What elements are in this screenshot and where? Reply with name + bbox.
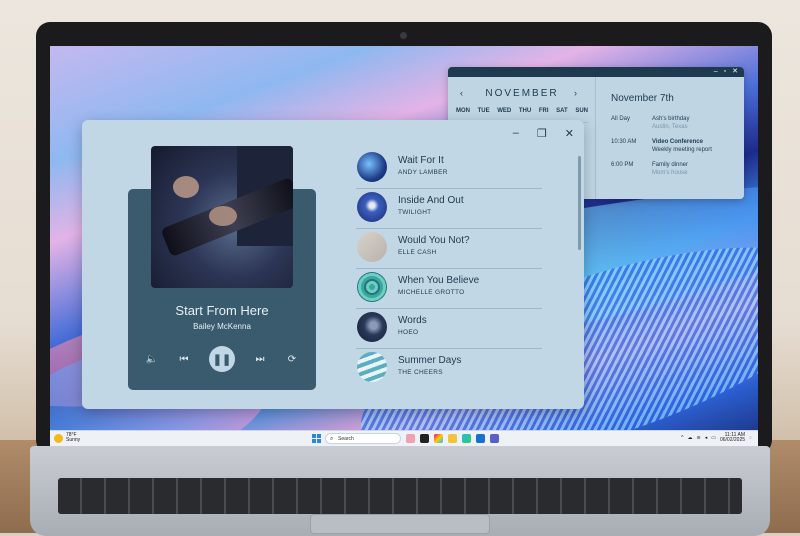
track-title: When You Believe (398, 275, 480, 286)
playlist-item[interactable]: Inside And Out TWILIGHT (356, 189, 542, 229)
search-icon: ⌕ (330, 436, 334, 442)
weekday-header: MON TUE WED THU FRI SAT SUN (456, 108, 588, 114)
cloud-icon[interactable]: ☁ (688, 435, 693, 441)
track-thumbnail (357, 272, 387, 302)
track-thumbnail (357, 352, 387, 382)
edge-icon[interactable] (462, 434, 471, 443)
now-playing-title: Start From Here (175, 303, 269, 318)
window-controls: – ❐ ✕ (513, 127, 574, 140)
track-title: Would You Not? (398, 235, 470, 246)
track-thumbnail (357, 232, 387, 262)
track-artist: TWILIGHT (398, 209, 432, 216)
playlist-item[interactable]: Wait For It ANDY LAMBER (356, 149, 542, 189)
album-art-detail (209, 206, 237, 226)
trackpad (310, 514, 490, 534)
event-subtitle: Weekly meeting report (652, 147, 712, 153)
event-time: 6:00 PM (611, 162, 634, 168)
previous-track-icon[interactable]: ⏮ (177, 354, 191, 365)
weather-widget[interactable]: 78°F Sunny (54, 433, 80, 443)
calendar-maximize-button[interactable]: ▫ (724, 67, 726, 77)
playlist-item[interactable]: Words HOEO (356, 309, 542, 349)
chevron-right-icon[interactable]: › (574, 88, 577, 98)
close-button[interactable]: ✕ (565, 127, 574, 140)
sun-icon (54, 433, 63, 443)
weekday-label: FRI (538, 108, 549, 114)
notification-icon[interactable]: ◌ (749, 435, 752, 441)
search-placeholder: Search (338, 436, 354, 442)
keyboard (58, 478, 742, 514)
track-title: Inside And Out (398, 195, 464, 206)
track-artist: MICHELLE GROTTO (398, 289, 465, 296)
teams-icon[interactable] (490, 434, 499, 443)
calendar-titlebar: – ▫ ✕ (448, 67, 744, 77)
chevron-up-icon[interactable]: ^ (681, 435, 683, 441)
track-thumbnail (357, 192, 387, 222)
weekday-label: SAT (556, 108, 568, 114)
event-subtitle: Mom's house (652, 170, 688, 176)
pinned-apps (406, 434, 499, 443)
wifi-icon[interactable]: ≋ (697, 435, 701, 441)
playlist-item[interactable]: Summer Days THE CHEERS (356, 349, 542, 389)
copilot-icon[interactable] (406, 434, 415, 443)
track-artist: THE CHEERS (398, 369, 443, 376)
playlist: Wait For It ANDY LAMBER Inside And Out T… (356, 149, 542, 389)
clock[interactable]: 11:11 AM 06/02/2025 (720, 433, 745, 443)
calendar-close-button[interactable]: ✕ (732, 67, 738, 77)
weekday-label: SUN (575, 108, 588, 114)
weekday-label: TUE (477, 108, 490, 114)
event-time: 10:30 AM (611, 139, 637, 145)
playback-controls: 🔈 ⏮ ❚❚ ⏭ ⟳ (128, 346, 316, 372)
start-button[interactable] (312, 434, 321, 443)
taskbar: 78°F Sunny ⌕ Search ^ ☁ ≋ ◂ ▭ 11:11 AM 0… (50, 430, 758, 446)
webcam (400, 32, 407, 39)
volume-icon[interactable]: 🔈 (145, 354, 159, 365)
file-explorer-icon[interactable] (448, 434, 457, 443)
weather-text: 78°F Sunny (66, 433, 80, 443)
weather-description: Sunny (66, 437, 81, 443)
event-name: Ash's birthday (652, 116, 690, 122)
track-artist: ELLE CASH (398, 249, 437, 256)
track-title: Words (398, 315, 427, 326)
weekday-label: WED (497, 108, 512, 114)
track-thumbnail (357, 152, 387, 182)
taskbar-search-box[interactable]: ⌕ Search (325, 433, 401, 444)
battery-icon[interactable]: ▭ (711, 435, 716, 441)
playlist-item[interactable]: When You Believe MICHELLE GROTTO (356, 269, 542, 309)
track-artist: HOEO (398, 329, 419, 336)
weekday-label: THU (518, 108, 532, 114)
minimize-button[interactable]: – (513, 127, 519, 140)
album-art (151, 146, 293, 288)
album-art-detail (173, 176, 199, 198)
maximize-button[interactable]: ❐ (537, 127, 547, 140)
track-thumbnail (357, 312, 387, 342)
app-icon[interactable] (434, 434, 443, 443)
pause-button[interactable]: ❚❚ (209, 346, 235, 372)
event-time: All Day (611, 116, 631, 122)
speaker-icon[interactable]: ◂ (705, 435, 708, 441)
track-title: Summer Days (398, 355, 462, 366)
weekday-label: MON (456, 108, 470, 114)
track-artist: ANDY LAMBER (398, 169, 448, 176)
event-name: Family dinner (652, 162, 689, 168)
repeat-icon[interactable]: ⟳ (285, 354, 299, 365)
music-player-window: – ❐ ✕ Start From Here Bailey McKenna 🔈 ⏮… (82, 120, 584, 409)
task-view-icon[interactable] (420, 434, 429, 443)
event-subtitle: Austin, Texas (652, 124, 688, 130)
event-name: Video Conference (652, 139, 703, 145)
now-playing-artist: Bailey McKenna (193, 322, 251, 331)
playlist-item[interactable]: Would You Not? ELLE CASH (356, 229, 542, 269)
clock-date: 06/02/2025 (719, 437, 746, 443)
playlist-scrollbar[interactable] (578, 156, 581, 250)
next-track-icon[interactable]: ⏭ (253, 354, 267, 365)
track-title: Wait For It (398, 155, 444, 166)
calendar-minimize-button[interactable]: – (714, 67, 718, 77)
agenda-date: November 7th (611, 93, 674, 104)
store-icon[interactable] (476, 434, 485, 443)
system-tray: ^ ☁ ≋ ◂ ▭ 11:11 AM 06/02/2025 ◌ (681, 433, 752, 443)
